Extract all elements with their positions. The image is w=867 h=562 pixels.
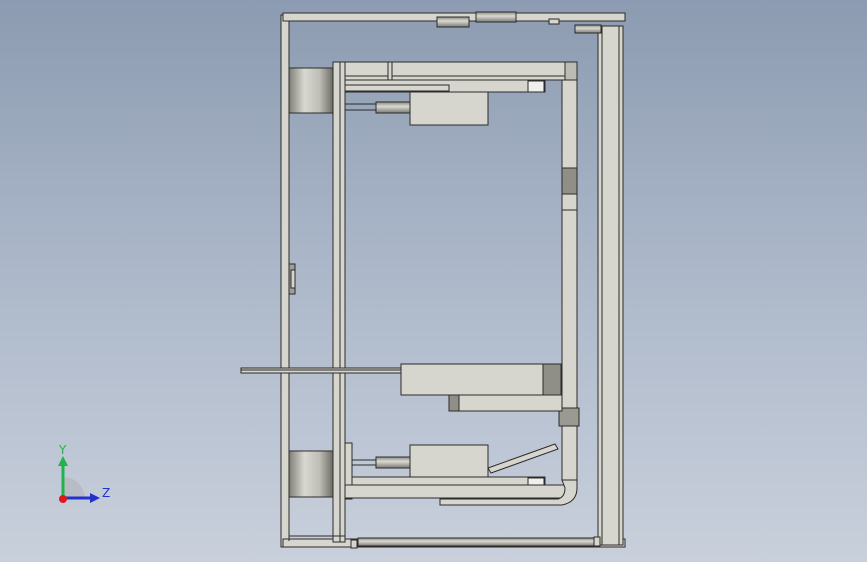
diagonal-strut (487, 443, 559, 474)
bottom-shaft (357, 537, 595, 547)
middle-slider-block (400, 363, 544, 396)
bottom-slider-block (409, 444, 489, 479)
cad-model-view[interactable] (0, 0, 867, 562)
coordinate-triad: Y Z (58, 443, 110, 503)
bottom-rail (344, 484, 566, 499)
top-bolt-right (574, 24, 602, 34)
y-arrow-head (58, 456, 68, 466)
inner-vertical-plate (332, 61, 346, 543)
z-axis-label: Z (102, 486, 110, 500)
graphics-viewport[interactable]: Y Z (0, 0, 867, 562)
left-frame-plate (280, 14, 290, 548)
top-bolt-left (436, 16, 470, 28)
z-arrow-head (90, 493, 100, 503)
x-axis-dot (59, 495, 67, 503)
assembly (240, 11, 626, 549)
top-cylinder (288, 67, 334, 114)
top-bolt-center (475, 11, 517, 23)
top-crossbar (344, 61, 578, 81)
y-axis-label: Y (58, 443, 67, 457)
bottom-cylinder (288, 450, 334, 498)
top-slider-block (409, 91, 489, 126)
